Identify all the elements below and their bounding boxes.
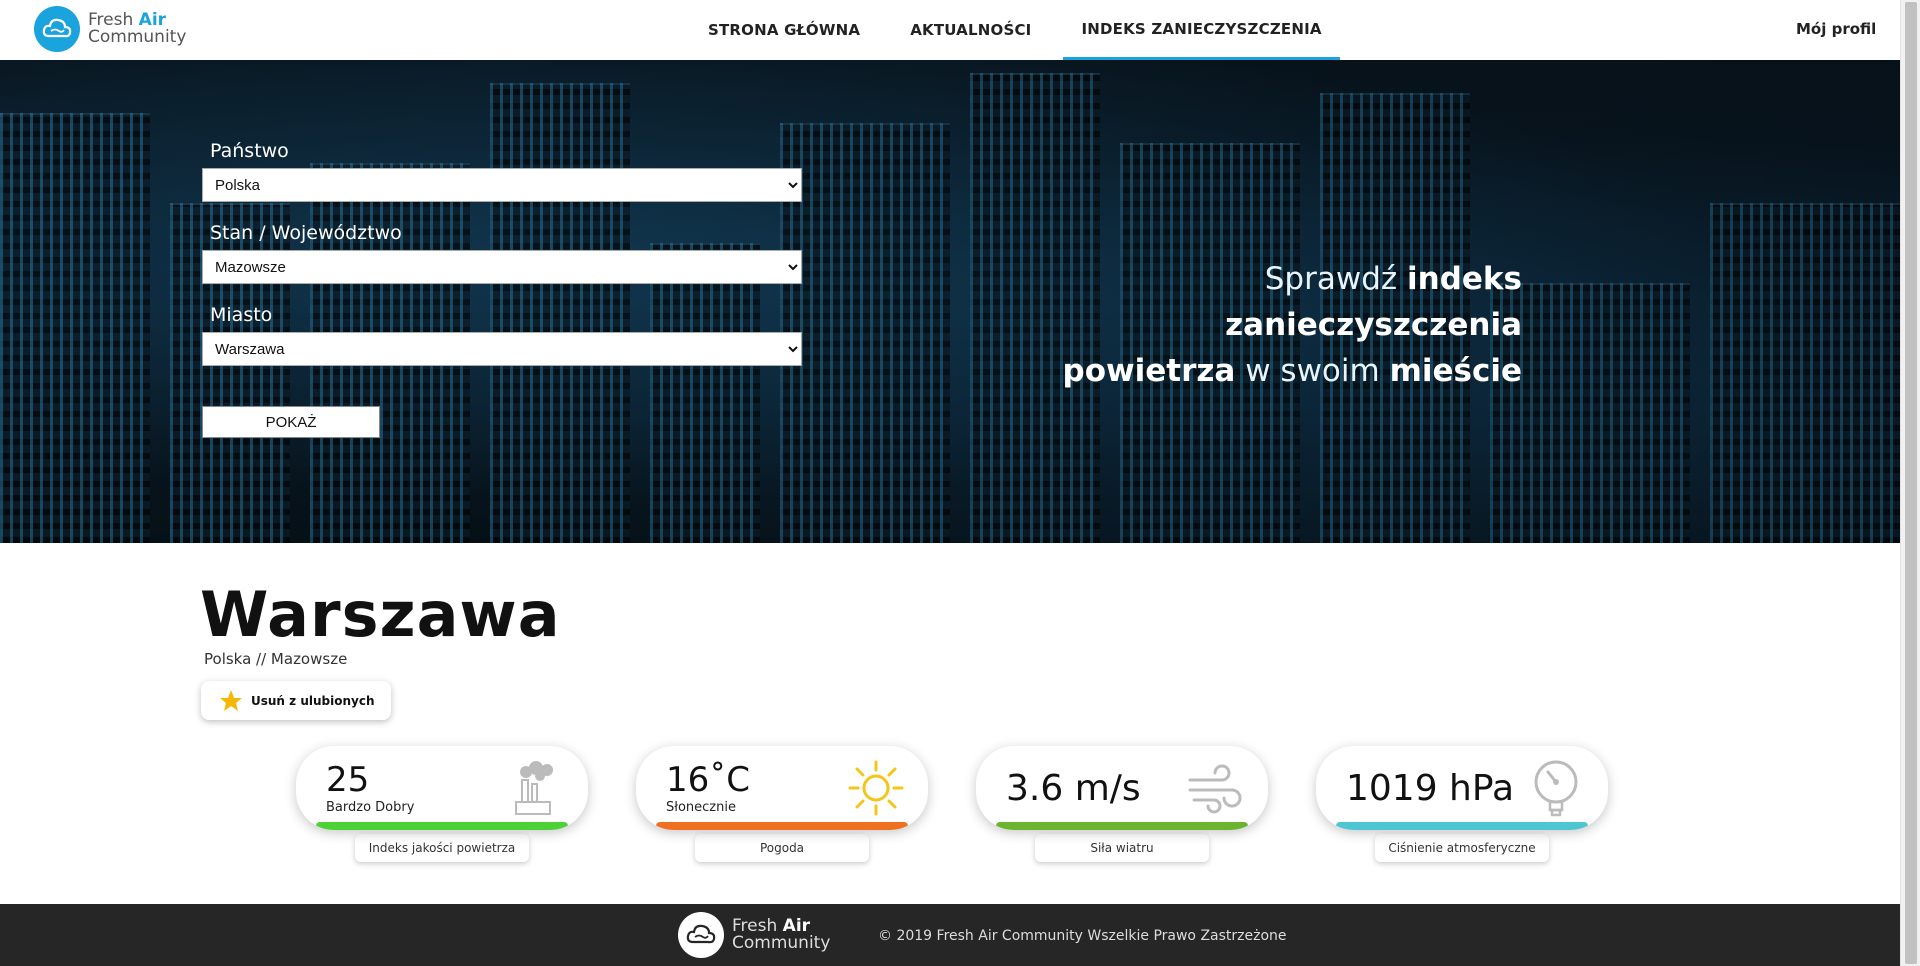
remove-favorite-label: Usuń z ulubionych <box>251 693 375 708</box>
metric-card: 25 Bardzo Dobry <box>296 746 588 830</box>
city-select[interactable]: Warszawa <box>202 332 802 366</box>
metric-card: 16˚C Słonecznie <box>636 746 928 830</box>
logo-text: Fresh Air Community <box>88 12 186 46</box>
hero-banner: Państwo Polska Stan / Województwo Mazows… <box>0 60 1900 543</box>
remove-favorite-button[interactable]: Usuń z ulubionych <box>201 681 391 720</box>
hero-headline: Sprawdź indeks zanieczyszczenia powietrz… <box>960 256 1523 394</box>
metric-subtext: Bardzo Dobry <box>326 800 415 815</box>
scrollbar-thumb[interactable] <box>1905 2 1917 964</box>
city-label: Miasto <box>210 304 273 326</box>
hero-text-part: w swoim <box>1235 353 1390 389</box>
star-icon <box>220 689 242 711</box>
sun-icon <box>848 760 904 816</box>
metric-label: Siła wiatru <box>1035 834 1209 862</box>
logo-community: Community <box>88 27 187 47</box>
metric-subtext: Słonecznie <box>666 800 736 815</box>
nav-item-pollution-index[interactable]: INDEKS ZANIECZYSZCZENIA <box>1063 0 1340 60</box>
state-label: Stan / Województwo <box>210 222 402 244</box>
page-scrollbar[interactable] <box>1900 0 1920 966</box>
metric-value: 16˚C <box>666 760 751 800</box>
wind-icon <box>1188 764 1242 814</box>
gauge-icon <box>1534 760 1578 817</box>
hero-text-part: powietrza <box>1062 353 1236 389</box>
country-select[interactable]: Polska <box>202 168 802 202</box>
quality-bar <box>316 822 568 830</box>
metric-value: 25 <box>326 760 370 800</box>
my-profile-link[interactable]: Mój profil <box>1796 20 1876 38</box>
top-navbar: Fresh Air Community STRONA GŁÓWNA AKTUAL… <box>0 0 1900 60</box>
nav-item-news[interactable]: AKTUALNOŚCI <box>892 0 1049 60</box>
factory-icon <box>515 761 553 815</box>
pressure-bar <box>1336 822 1588 830</box>
site-logo[interactable]: Fresh Air Community <box>34 6 186 52</box>
wind-bar <box>996 822 1248 830</box>
state-select[interactable]: Mazowsze <box>202 250 802 284</box>
air-quality-card: 25 Bardzo Dobry Indeks jakości powietrza <box>296 746 588 862</box>
location-breadcrumb: Polska // Mazowsze <box>204 650 348 668</box>
cloud-logo-icon <box>678 912 724 958</box>
wind-card: 3.6 m/s Siła wiatru <box>976 746 1268 862</box>
main-nav: STRONA GŁÓWNA AKTUALNOŚCI INDEKS ZANIECZ… <box>690 0 1354 60</box>
metric-label: Pogoda <box>695 834 869 862</box>
footer-logo[interactable]: Fresh Air Community <box>678 912 830 958</box>
metric-value: 3.6 m/s <box>1006 768 1141 809</box>
location-search-form: Państwo Polska Stan / Województwo Mazows… <box>202 140 802 438</box>
weather-card: 16˚C Słonecznie Pogoda <box>636 746 928 862</box>
footer-logo-community: Community <box>732 933 831 953</box>
metric-label: Indeks jakości powietrza <box>355 834 529 862</box>
cloud-logo-icon <box>34 6 80 52</box>
footer: Fresh Air Community © 2019 Fresh Air Com… <box>0 904 1900 966</box>
show-button[interactable]: POKAŻ <box>202 406 380 438</box>
hero-text-part: Sprawdź <box>1264 261 1408 297</box>
metric-card: 3.6 m/s <box>976 746 1268 830</box>
nav-item-home[interactable]: STRONA GŁÓWNA <box>690 0 878 60</box>
pressure-card: 1019 hPa Ciśnienie atmosferyczne <box>1316 746 1608 862</box>
hero-text-part: mieście <box>1389 353 1522 389</box>
country-label: Państwo <box>210 140 289 162</box>
metric-value: 1019 hPa <box>1346 768 1515 809</box>
footer-logo-text: Fresh Air Community <box>732 918 830 952</box>
copyright-text: © 2019 Fresh Air Community Wszelkie Praw… <box>878 928 1287 944</box>
metric-label: Ciśnienie atmosferyczne <box>1375 834 1549 862</box>
city-title: Warszawa <box>200 578 561 651</box>
weather-bar <box>656 822 908 830</box>
metric-card: 1019 hPa <box>1316 746 1608 830</box>
